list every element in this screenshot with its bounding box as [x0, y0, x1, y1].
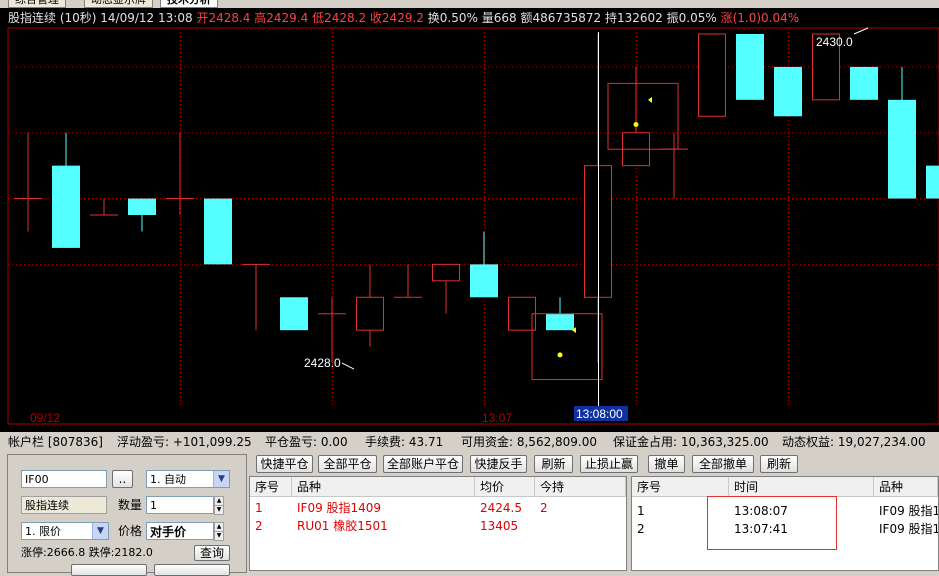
row-today-qty — [535, 517, 626, 535]
query-button[interactable]: 查询 — [194, 545, 230, 561]
column-header[interactable]: 时间 — [729, 477, 874, 497]
position-toolbar: 快捷平仓 全部平仓 全部账户平仓 快捷反手 刷新 止损止赢 撤单 全部撤单 刷新 — [253, 454, 939, 474]
account-id: 帐户栏 [807836] — [8, 435, 103, 449]
candle-body — [850, 66, 878, 100]
order-mode-select[interactable]: 1. 自动 ▼ — [146, 470, 230, 488]
candlestick-chart[interactable]: 2428.0 2430.0 09/12 13:07 13:08:00 — [0, 8, 939, 432]
candle-body — [432, 263, 460, 282]
annotation-leader — [341, 362, 355, 370]
column-header[interactable]: 序号 — [632, 477, 729, 497]
positions-table: 序号 品种 均价 今持 1 IF09 股指1409 2424.5 2 2 RU0… — [249, 476, 627, 571]
stepper-down-icon[interactable]: ▼ — [214, 532, 224, 541]
row-contract: IF09 股指14 — [879, 504, 938, 518]
x-tick-label: 13:07 — [482, 411, 512, 425]
row-contract: IF09 股指14 — [879, 522, 938, 536]
stepper-up-icon[interactable]: ▲ — [214, 522, 224, 532]
tab-dynamic-board[interactable]: 动态显示牌 — [84, 0, 153, 8]
candle-body — [546, 313, 574, 331]
x-tick-label: 09/12 — [30, 411, 60, 425]
candle-body — [698, 33, 726, 117]
candle-body — [280, 297, 308, 331]
table-row[interactable]: 1 IF09 股指1409 2424.5 2 — [250, 499, 626, 517]
price-annotation: 2430.0 — [816, 35, 853, 49]
candle-body — [736, 34, 764, 100]
price-input[interactable]: 对手价 — [146, 522, 214, 540]
candle-body — [774, 66, 802, 117]
cancel-order-button[interactable]: 撤单 — [648, 455, 685, 473]
chart-panel[interactable]: 股指连续 (10秒) 14/09/12 13:08 开2428.4 高2429.… — [0, 8, 939, 432]
candle-body — [52, 165, 80, 248]
candle-body — [204, 198, 232, 265]
quick-close-button[interactable]: 快捷平仓 — [256, 455, 313, 473]
column-header[interactable]: 今持 — [535, 477, 626, 497]
float-pl: 浮动盈亏: +101,099.25 — [117, 435, 252, 449]
tab-technical-analysis[interactable]: 技术分析 — [160, 0, 218, 8]
order-entry-panel: IF00 .. 1. 自动 ▼ 股指连续 数量 1 ▲ ▼ 1. 限价 ▼ 价格… — [7, 454, 247, 576]
refresh-positions-button[interactable]: 刷新 — [534, 455, 573, 473]
refresh-orders-button[interactable]: 刷新 — [760, 455, 798, 473]
close-pl: 平仓盈亏: 0.00 — [265, 435, 348, 449]
quantity-stepper[interactable]: ▲ ▼ — [214, 496, 224, 515]
contract-name-display: 股指连续 — [21, 496, 107, 514]
price-type-select[interactable]: 1. 限价 ▼ — [21, 522, 109, 540]
chevron-down-icon[interactable]: ▼ — [213, 471, 229, 487]
cancel-all-orders-button[interactable]: 全部撤单 — [692, 455, 754, 473]
trades-table: 序号 时间 品种 1 13:08:07 IF09 股指14 2 13:07:41… — [631, 476, 939, 571]
close-all-accounts-button[interactable]: 全部账户平仓 — [383, 455, 463, 473]
price-label: 价格 — [118, 524, 143, 538]
row-index: 2 — [255, 519, 263, 533]
row-index: 1 — [255, 501, 263, 515]
stop-loss-profit-button[interactable]: 止损止赢 — [580, 455, 638, 473]
candle-body — [470, 264, 498, 298]
candle-body — [888, 99, 916, 199]
fee: 手续费: 43.71 — [365, 435, 444, 449]
price-stepper[interactable]: ▲ ▼ — [214, 522, 224, 541]
close-all-button[interactable]: 全部平仓 — [318, 455, 377, 473]
stepper-up-icon[interactable]: ▲ — [214, 496, 224, 506]
buy-button[interactable] — [71, 564, 147, 576]
signal-arrow — [648, 96, 652, 103]
available-funds: 可用资金: 8,562,809.00 — [461, 435, 598, 449]
candle-body — [356, 296, 384, 331]
price-type-value: 1. 限价 — [25, 525, 61, 538]
column-header[interactable]: 均价 — [475, 477, 535, 497]
annotation-leader — [853, 27, 869, 35]
account-bar: 帐户栏 [807836] 浮动盈亏: +101,099.25 平仓盈亏: 0.0… — [0, 433, 939, 451]
quantity-label: 数量 — [118, 498, 143, 512]
tab-general[interactable]: 综合管理 — [8, 0, 66, 8]
x-tick-label: 13:08:00 — [576, 407, 623, 421]
margin-used: 保证金占用: 10,363,325.00 — [613, 435, 769, 449]
order-mode-value: 1. 自动 — [150, 473, 186, 486]
row-today-qty: 2 — [540, 501, 548, 515]
table-row[interactable]: 2 RU01 橡胶1501 13405 — [250, 517, 626, 535]
limit-prices: 涨停:2666.8 跌停:2182.0 — [21, 546, 153, 559]
dynamic-equity: 动态权益: 19,027,234.00 — [782, 435, 926, 449]
price-annotation: 2428.0 — [304, 356, 341, 370]
contract-input[interactable]: IF00 — [21, 470, 107, 488]
tab-bar: 综合管理 动态显示牌 技术分析 — [0, 0, 939, 8]
candle-body — [926, 165, 939, 199]
row-avg-price: 2424.5 — [480, 501, 522, 515]
quantity-input[interactable]: 1 — [146, 496, 214, 514]
signal-dot — [557, 352, 563, 358]
column-header[interactable]: 品种 — [874, 477, 938, 497]
quick-reverse-button[interactable]: 快捷反手 — [470, 455, 527, 473]
column-header[interactable]: 品种 — [292, 477, 475, 497]
candle-body — [508, 296, 536, 331]
candle-body — [128, 198, 156, 215]
contract-picker-button[interactable]: .. — [112, 470, 133, 488]
sell-button[interactable] — [154, 564, 230, 576]
column-header[interactable]: 序号 — [250, 477, 292, 497]
row-contract: IF09 股指1409 — [297, 501, 382, 515]
highlight-box — [707, 496, 837, 550]
row-avg-price: 13405 — [480, 519, 519, 533]
stepper-down-icon[interactable]: ▼ — [214, 506, 224, 515]
row-contract: RU01 橡胶1501 — [297, 519, 388, 533]
chevron-down-icon[interactable]: ▼ — [92, 523, 108, 539]
signal-dot — [633, 122, 639, 127]
